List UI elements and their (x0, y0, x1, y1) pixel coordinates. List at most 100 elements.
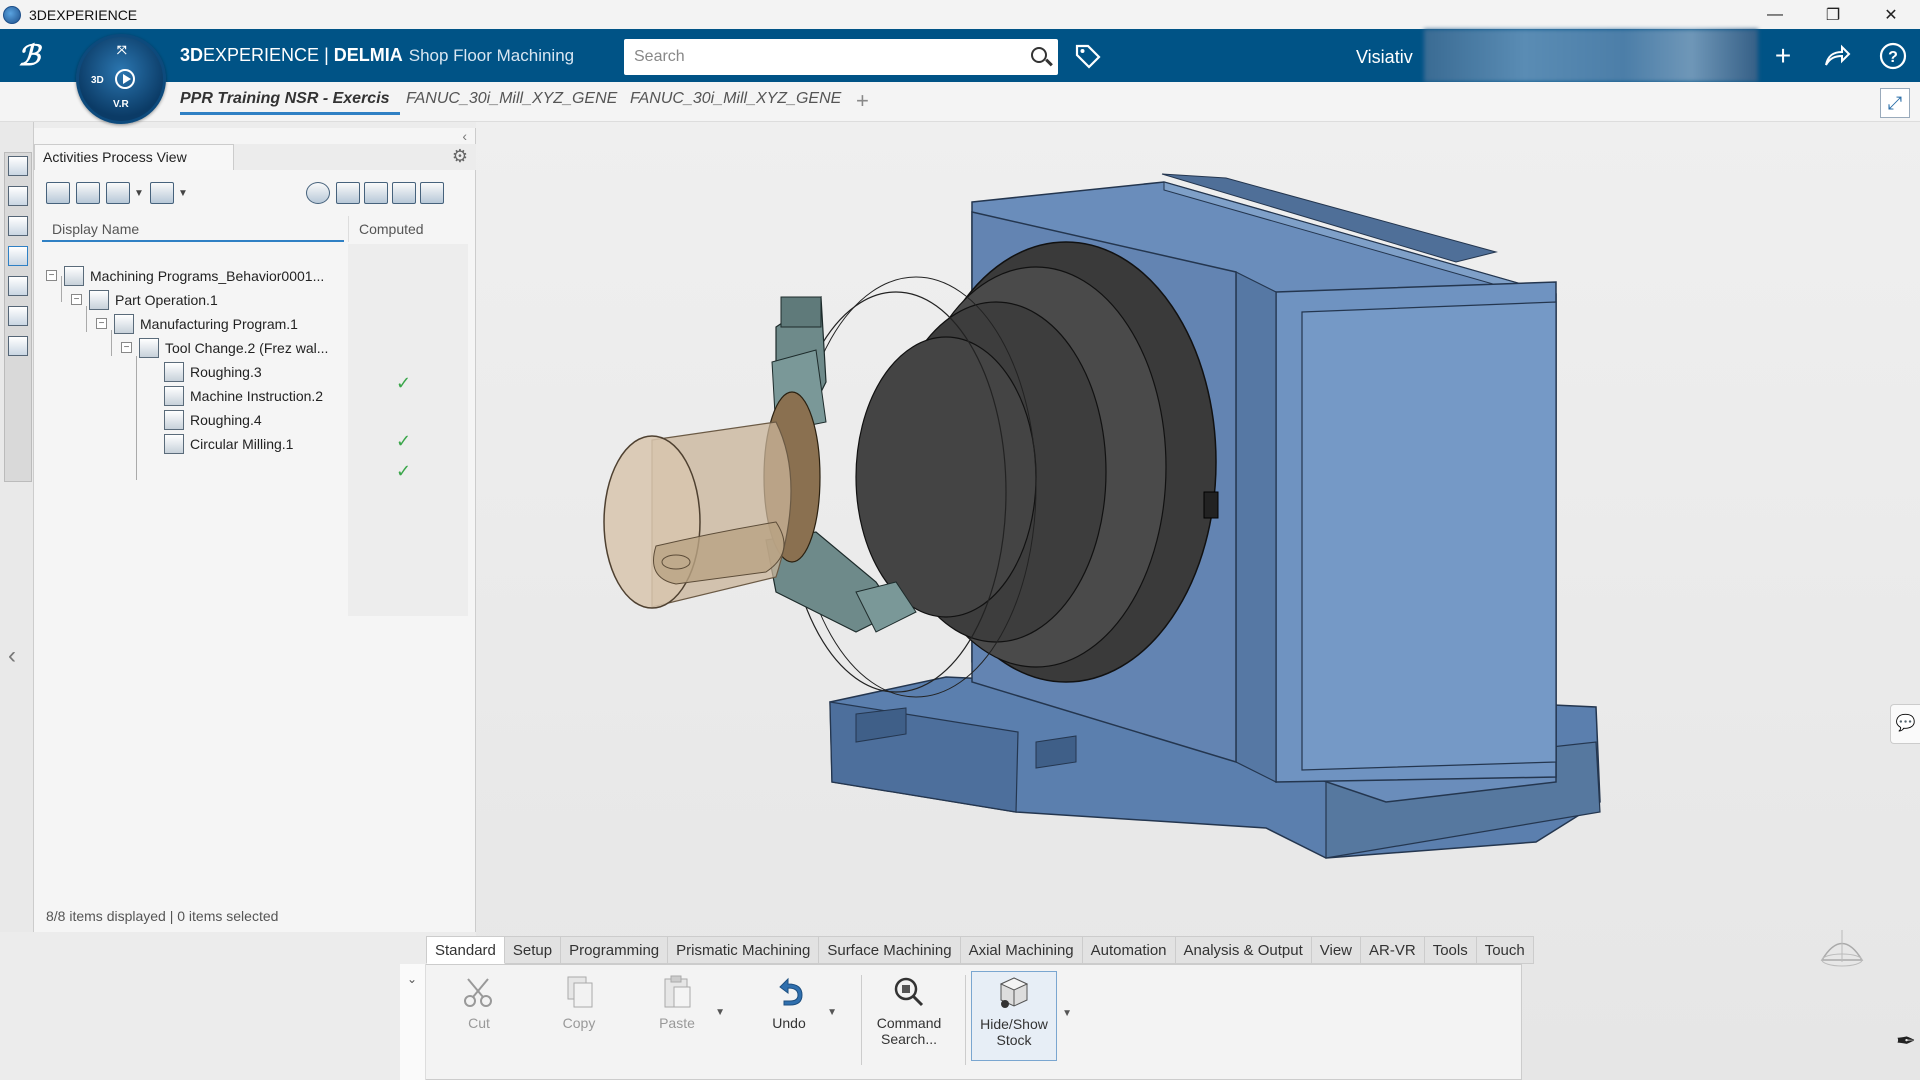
tab-standard[interactable]: Standard (426, 936, 505, 964)
cut-button[interactable]: Cut (439, 971, 519, 1061)
tab-tools[interactable]: Tools (1424, 936, 1477, 964)
tree-row[interactable]: − Machining Programs_Behavior0001... (46, 264, 346, 288)
doc-tab-2[interactable]: FANUC_30i_Mill_XYZ_GENE (406, 90, 620, 108)
computed-check-icon: ✓ (396, 373, 412, 393)
resource-icon[interactable] (8, 186, 28, 206)
paste-label: Paste (659, 1015, 695, 1031)
collapse-all-icon[interactable] (76, 182, 100, 204)
search-icon[interactable] (1022, 39, 1058, 75)
tree-row-label: Part Operation.1 (115, 292, 218, 308)
collapse-panel-icon[interactable]: ‹ (462, 128, 467, 144)
copy-label: Copy (562, 1015, 596, 1031)
hide-show-stock-label: Hide/Show Stock (980, 1016, 1048, 1048)
column-computed[interactable]: Computed (348, 216, 468, 242)
insert-dropdown-icon[interactable]: ▼ (178, 188, 188, 199)
doc-tab-3[interactable]: FANUC_30i_Mill_XYZ_GENE (630, 90, 846, 108)
camera-icon[interactable] (8, 276, 28, 296)
gear-icon[interactable]: ⚙ (452, 146, 468, 167)
filter-icon[interactable] (336, 182, 360, 204)
action-bar-side-toggle[interactable]: ⌄ (400, 964, 426, 1080)
undo-button[interactable]: Undo ▼ (749, 971, 837, 1061)
product-icon[interactable] (8, 156, 28, 176)
chevron-left-icon[interactable]: ‹ (8, 642, 16, 670)
orientation-triad-icon[interactable] (1812, 922, 1872, 972)
column-headers: Display Name Computed (42, 216, 468, 242)
table-settings-icon[interactable] (364, 182, 388, 204)
tree-row-label: Machining Programs_Behavior0001... (90, 268, 325, 284)
insert-icon[interactable] (150, 182, 174, 204)
tab-surface-machining[interactable]: Surface Machining (819, 936, 961, 964)
tab-view[interactable]: View (1311, 936, 1362, 964)
paste-button[interactable]: Paste ▼ (637, 971, 725, 1061)
computed-check-icon: ✓ (396, 461, 412, 481)
compass-widget[interactable]: 3D V.R ⤧ (76, 34, 166, 124)
tab-touch[interactable]: Touch (1476, 936, 1534, 964)
tree-connector (136, 356, 137, 480)
tree-row[interactable]: − Part Operation.1 (71, 288, 346, 312)
minimize-button[interactable]: — (1746, 0, 1804, 29)
activities-process-panel: ‹ Activities Process View ⚙ ▼ ▼ Display … (34, 128, 476, 932)
undo-dropdown-icon[interactable]: ▼ (827, 1007, 837, 1018)
circular-milling-icon (164, 434, 184, 454)
expand-toggle[interactable]: − (71, 294, 82, 305)
activities-tree-icon[interactable] (8, 246, 28, 266)
tree-row[interactable]: Machine Instruction.2 (146, 384, 346, 408)
divider (965, 975, 966, 1065)
chevron-down-icon[interactable]: ⌄ (407, 972, 417, 986)
hide-show-dropdown-icon[interactable]: ▼ (1062, 1008, 1072, 1019)
column-display-name[interactable]: Display Name (42, 216, 344, 242)
play-icon[interactable] (115, 69, 135, 89)
doc-tab-1[interactable]: PPR Training NSR - Exercis (180, 90, 400, 115)
add-tab-button[interactable]: + (856, 88, 869, 114)
expand-toggle[interactable]: − (46, 270, 57, 281)
copy-button[interactable]: Copy (539, 971, 619, 1061)
tree-row[interactable]: − Tool Change.2 (Frez wal... (121, 336, 346, 360)
tab-automation[interactable]: Automation (1082, 936, 1176, 964)
command-search-button[interactable]: Command Search... (869, 971, 949, 1061)
copy-tree-icon[interactable] (106, 182, 130, 204)
list-icon[interactable] (8, 336, 28, 356)
brand-product: DELMIA (333, 45, 403, 65)
close-button[interactable]: ✕ (1862, 0, 1920, 29)
plus-icon[interactable]: + (1768, 41, 1798, 71)
dassault-logo-icon[interactable]: ℬ (18, 39, 58, 73)
options-gear-icon[interactable] (392, 182, 416, 204)
expand-all-icon[interactable] (46, 182, 70, 204)
comment-panel-icon[interactable]: 💬 (1890, 704, 1920, 744)
tree-row-label: Roughing.3 (190, 364, 262, 380)
tree-row[interactable]: Roughing.3 (146, 360, 346, 384)
pen-icon[interactable]: ✒ (1896, 1027, 1916, 1056)
tab-ar-vr[interactable]: AR-VR (1361, 936, 1425, 964)
tree-row[interactable]: − Manufacturing Program.1 (96, 312, 346, 336)
app-logo-icon (3, 5, 21, 24)
columns-icon[interactable] (420, 182, 444, 204)
share-icon[interactable] (1822, 41, 1852, 71)
tab-axial-machining[interactable]: Axial Machining (960, 936, 1083, 964)
app-title: 3DEXPERIENCE | DELMIA Shop Floor Machinin… (180, 45, 574, 66)
roughing-icon (164, 410, 184, 430)
expand-toggle[interactable]: − (121, 342, 132, 353)
tree-row[interactable]: Roughing.4 (146, 408, 346, 432)
help-icon[interactable]: ? (1878, 41, 1908, 71)
paste-dropdown-icon[interactable]: ▼ (715, 1007, 725, 1018)
tag-icon[interactable] (1074, 43, 1102, 69)
panel-title-tab[interactable]: Activities Process View (34, 144, 234, 170)
restore-button[interactable]: ❐ (1804, 0, 1862, 29)
tab-prismatic-machining[interactable]: Prismatic Machining (668, 936, 820, 964)
hide-show-stock-button[interactable]: Hide/Show Stock ▼ (971, 971, 1072, 1061)
program-icon[interactable] (8, 306, 28, 326)
copy-tree-dropdown-icon[interactable]: ▼ (134, 188, 144, 199)
expand-toggle[interactable]: − (96, 318, 107, 329)
compass-vr-label[interactable]: V.R (113, 99, 129, 110)
process-icon[interactable] (8, 216, 28, 236)
window-title-bar: 3DEXPERIENCE — ❐ ✕ (0, 0, 1920, 29)
search-tree-icon[interactable] (306, 182, 330, 204)
fullscreen-toggle-icon[interactable]: ⤢ (1880, 88, 1910, 118)
tab-analysis-output[interactable]: Analysis & Output (1175, 936, 1312, 964)
compass-3d-label[interactable]: 3D (91, 75, 104, 86)
user-name[interactable]: Visiativ (1356, 47, 1413, 68)
tab-programming[interactable]: Programming (561, 936, 669, 964)
tree-row[interactable]: Circular Milling.1 (146, 432, 346, 456)
search-input[interactable]: Search (624, 39, 1058, 75)
tab-setup[interactable]: Setup (504, 936, 562, 964)
